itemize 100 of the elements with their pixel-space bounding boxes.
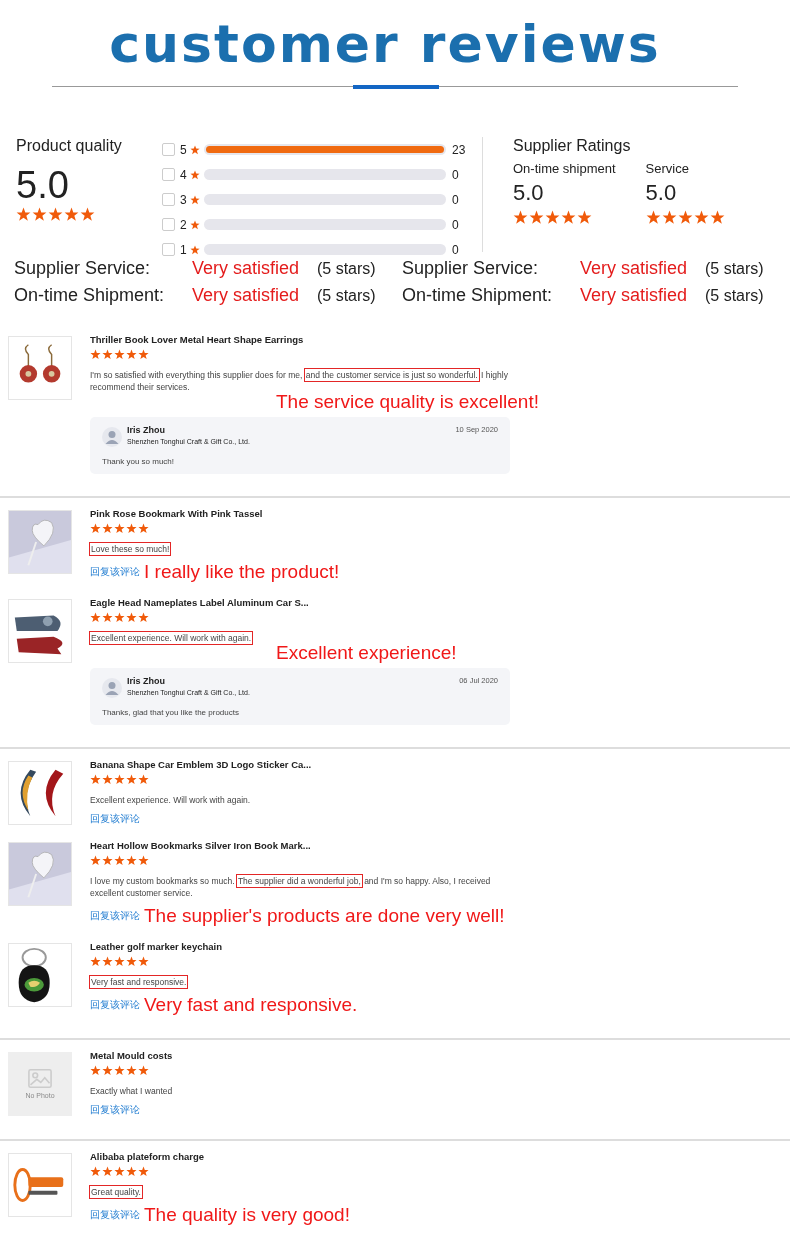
filter-checkbox[interactable] — [162, 168, 175, 181]
star-icon — [138, 1166, 149, 1177]
satisfaction-label: On-time Shipment: — [402, 285, 554, 306]
star-icon — [513, 210, 528, 225]
star-icon — [102, 612, 113, 623]
star-icon — [90, 1065, 101, 1076]
reply-text: Thanks, glad that you like the products — [102, 708, 240, 717]
review-product-title: Metal Mould costs — [90, 1050, 174, 1061]
star-icon — [90, 523, 101, 534]
star-icon — [190, 194, 200, 205]
rating-score: 5.0 — [513, 180, 545, 206]
satisfaction-note: (5 stars) — [317, 287, 376, 305]
review-comment: Very fast and responsive. — [90, 976, 189, 988]
star-level-label: 4 — [180, 167, 188, 182]
star-icon — [138, 956, 149, 967]
satisfaction-value: Very satisfied — [580, 285, 689, 306]
replier-name: Iris Zhou — [127, 425, 166, 435]
reply-link[interactable]: 回复该评论 — [90, 909, 140, 923]
star-icon — [190, 169, 200, 180]
satisfaction-label: Supplier Service: — [14, 258, 152, 279]
star-icon — [90, 612, 101, 623]
reply-link[interactable]: 回复该评论 — [90, 1103, 140, 1117]
star-icon — [190, 219, 200, 230]
star-icon — [102, 956, 113, 967]
annotation-text: Very fast and responsive. — [144, 994, 358, 1016]
avatar-icon — [102, 427, 122, 447]
star-icon — [126, 349, 137, 360]
star-icon — [138, 774, 149, 785]
review-comment: Excellent experience. Will work with again. — [90, 632, 254, 644]
reply-link[interactable]: 回复该评论 — [90, 565, 140, 579]
review-comment: Great quality. — [90, 1186, 143, 1198]
rating-count: 0 — [452, 192, 459, 207]
review-comment: Excellent experience. Will work with again. — [90, 794, 252, 806]
review-product-title: Alibaba plateform charge — [90, 1151, 206, 1162]
filter-checkbox[interactable] — [162, 243, 175, 256]
star-icon — [693, 210, 709, 225]
star-icon — [138, 612, 149, 623]
annotation-text: The service quality is excellent! — [276, 391, 540, 413]
star-icon — [126, 855, 137, 866]
annotation-text: I really like the product! — [144, 561, 340, 583]
star-icon — [114, 956, 125, 967]
replier-name: Iris Zhou — [127, 676, 166, 686]
star-icon — [126, 774, 137, 785]
star-icon — [102, 349, 113, 360]
review-product-title: Heart Hollow Bookmarks Silver Iron Book Mark... — [90, 840, 312, 851]
reply-link[interactable]: 回复该评论 — [90, 812, 140, 826]
star-icon — [138, 349, 149, 360]
annotation-text: Excellent experience! — [276, 642, 458, 664]
star-icon — [114, 349, 125, 360]
avatar-icon — [102, 678, 122, 698]
star-icon — [90, 855, 101, 866]
star-icon — [16, 207, 31, 222]
star-icon — [661, 210, 677, 225]
annotation-text: The supplier's products are done very well! — [144, 905, 505, 927]
star-icon — [709, 210, 725, 225]
star-icon — [545, 210, 560, 225]
review-comment: Exactly what I wanted — [90, 1085, 174, 1097]
star-icon — [138, 1065, 149, 1076]
satisfaction-note: (5 stars) — [317, 260, 376, 278]
page-title: customer reviews — [108, 13, 662, 76]
review-comment: I love my custom bookmarks so much. The supplier did a wonderful job, and I'm so happy. Also, I received excellent customer service. — [90, 875, 492, 899]
star-icon — [48, 207, 63, 222]
review-comment: Love these so much! — [90, 543, 172, 555]
filter-checkbox[interactable] — [162, 193, 175, 206]
star-icon — [102, 774, 113, 785]
star-icon — [126, 1065, 137, 1076]
star-icon — [102, 1065, 113, 1076]
filter-checkbox[interactable] — [162, 143, 175, 156]
star-icon — [90, 956, 101, 967]
reply-link[interactable]: 回复该评论 — [90, 998, 140, 1012]
image-icon — [28, 1069, 52, 1088]
rating-count: 0 — [452, 242, 459, 257]
star-level-label: 3 — [180, 192, 188, 207]
rating-count: 0 — [452, 217, 459, 232]
star-icon — [114, 855, 125, 866]
review-product-title: Leather golf marker keychain — [90, 941, 223, 952]
review-product-title: Eagle Head Nameplates Label Aluminum Car S... — [90, 597, 310, 608]
star-icon — [64, 207, 79, 222]
reply-text: Thank you so much! — [102, 457, 176, 466]
star-icon — [561, 210, 576, 225]
satisfaction-label: On-time Shipment: — [14, 285, 166, 306]
satisfaction-note: (5 stars) — [705, 287, 764, 305]
product-quality-label: Product quality — [16, 137, 123, 155]
rating-label: On-time shipment — [513, 161, 616, 176]
review-comment: I'm so satisfied with everything this supplier does for me, and the customer service is just so wonderful. I highly recommend their services. — [90, 369, 509, 393]
star-level-label: 2 — [180, 217, 188, 232]
star-icon — [102, 855, 113, 866]
star-icon — [138, 523, 149, 534]
star-icon — [102, 1166, 113, 1177]
filter-checkbox[interactable] — [162, 218, 175, 231]
satisfaction-value: Very satisfied — [192, 285, 301, 306]
star-icon — [577, 210, 592, 225]
star-icon — [114, 523, 125, 534]
star-icon — [114, 1166, 125, 1177]
review-product-title: Thriller Book Lover Metal Heart Shape Earrings — [90, 334, 305, 345]
rating-label: Service — [645, 161, 690, 176]
star-icon — [126, 523, 137, 534]
star-icon — [138, 855, 149, 866]
star-icon — [529, 210, 544, 225]
reply-link[interactable]: 回复该评论 — [90, 1208, 140, 1222]
